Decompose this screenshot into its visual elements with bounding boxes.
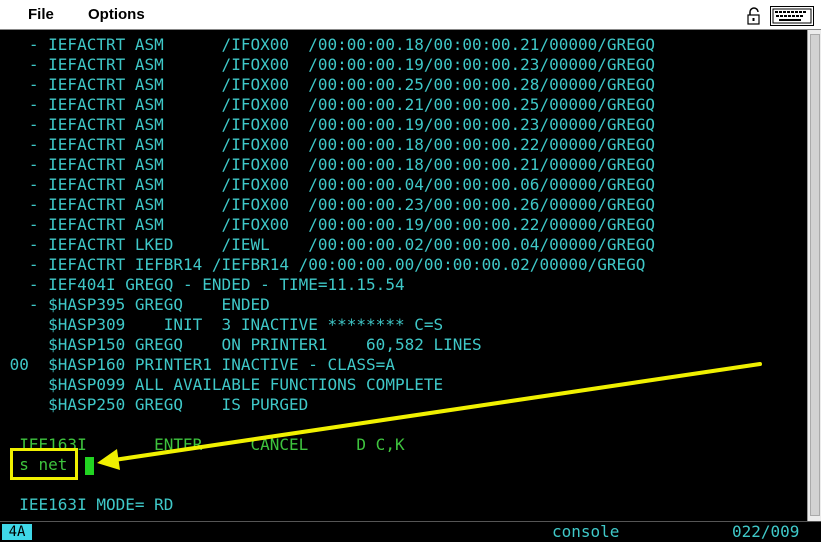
console-line: - IEFACTRT IEFBR14 /IEFBR14 /00:00:00.00… bbox=[0, 255, 646, 274]
console-line: - IEFACTRT ASM /IFOX00 /00:00:00.19/00:0… bbox=[0, 215, 656, 234]
menu-options[interactable]: Options bbox=[88, 6, 145, 23]
console-line: $HASP250 GREGQ IS PURGED bbox=[0, 395, 309, 414]
console-line: - IEFACTRT ASM /IFOX00 /00:00:00.19/00:0… bbox=[0, 115, 656, 134]
console-line: 00 $HASP160 PRINTER1 INACTIVE - CLASS=A bbox=[0, 355, 395, 374]
console-line: - IEF404I GREGQ - ENDED - TIME=11.15.54 bbox=[0, 275, 405, 294]
status-bar: 4A console 022/009 bbox=[0, 521, 821, 542]
console-line: - IEFACTRT LKED /IEWL /00:00:00.02/00:00… bbox=[0, 235, 656, 254]
status-mode: console bbox=[552, 522, 620, 541]
terminal-screen[interactable]: - IEFACTRT ASM /IFOX00 /00:00:00.18/00:0… bbox=[0, 30, 807, 523]
console-line: - IEFACTRT ASM /IFOX00 /00:00:00.21/00:0… bbox=[0, 95, 656, 114]
console-line: $HASP099 ALL AVAILABLE FUNCTIONS COMPLET… bbox=[0, 375, 444, 394]
console-mode-line: IEE163I MODE= RD bbox=[0, 495, 174, 514]
console-line: - IEFACTRT ASM /IFOX00 /00:00:00.19/00:0… bbox=[0, 55, 656, 74]
console-line: - IEFACTRT ASM /IFOX00 /00:00:00.18/00:0… bbox=[0, 155, 656, 174]
cursor-position: 022/009 bbox=[732, 522, 800, 541]
console-line: - IEFACTRT ASM /IFOX00 /00:00:00.25/00:0… bbox=[0, 75, 656, 94]
console-line: - IEFACTRT ASM /IFOX00 /00:00:00.04/00:0… bbox=[0, 175, 656, 194]
console-line: - $HASP395 GREGQ ENDED bbox=[0, 295, 270, 314]
scrollbar-thumb[interactable] bbox=[810, 34, 820, 516]
console-line: - IEFACTRT ASM /IFOX00 /00:00:00.18/00:0… bbox=[0, 135, 656, 154]
console-line: $HASP309 INIT 3 INACTIVE ******** C=S bbox=[0, 315, 444, 334]
text-cursor bbox=[85, 457, 94, 475]
menu-file[interactable]: File bbox=[28, 6, 54, 23]
vertical-scrollbar[interactable] bbox=[807, 30, 821, 523]
menu-bar: File Options bbox=[0, 0, 821, 30]
console-line: - IEFACTRT ASM /IFOX00 /00:00:00.23/00:0… bbox=[0, 195, 656, 214]
lock-icon[interactable] bbox=[746, 7, 764, 25]
session-indicator: 4A bbox=[2, 524, 32, 540]
annotation-highlight-box bbox=[10, 448, 78, 480]
keyboard-icon[interactable] bbox=[770, 6, 814, 26]
console-line: - IEFACTRT ASM /IFOX00 /00:00:00.18/00:0… bbox=[0, 35, 656, 54]
console-line: $HASP150 GREGQ ON PRINTER1 60,582 LINES bbox=[0, 335, 482, 354]
